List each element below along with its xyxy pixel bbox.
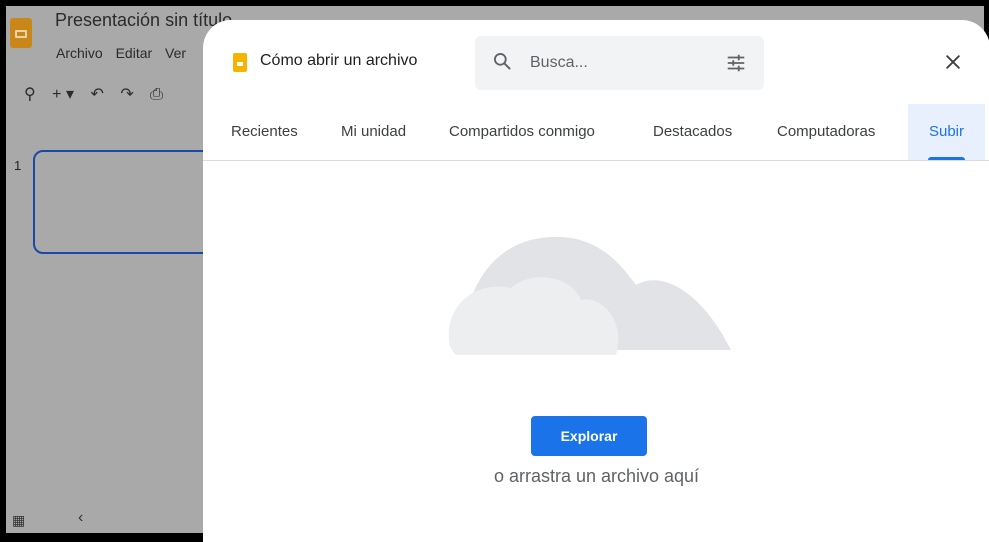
zoom-icon[interactable]: ⚲	[24, 84, 36, 104]
tab-computadoras[interactable]: Computadoras	[777, 104, 875, 160]
menu-bar: Archivo Editar Ver	[56, 45, 195, 61]
chevron-left-icon[interactable]: ‹	[78, 509, 83, 527]
open-file-dialog: Cómo abrir un archivo Recientes Mi unida…	[203, 20, 989, 542]
dialog-tabs: Recientes Mi unidad Compartidos conmigo …	[203, 104, 989, 161]
upload-cloud-illustration	[448, 236, 731, 355]
tab-mi-unidad[interactable]: Mi unidad	[341, 104, 406, 160]
tab-destacados[interactable]: Destacados	[653, 104, 732, 160]
tab-compartidos-conmigo[interactable]: Compartidos conmigo	[449, 104, 595, 160]
close-icon[interactable]	[943, 52, 963, 72]
menu-archivo[interactable]: Archivo	[56, 45, 103, 61]
tab-subir[interactable]: Subir	[908, 104, 985, 160]
slide-number: 1	[14, 158, 22, 173]
grid-view-icon[interactable]: ▦	[12, 512, 25, 529]
filter-options-icon[interactable]	[725, 52, 747, 74]
search-input[interactable]	[530, 51, 710, 75]
slides-file-icon	[233, 53, 247, 72]
search-box[interactable]	[475, 36, 764, 90]
menu-ver[interactable]: Ver	[165, 45, 186, 61]
print-icon[interactable]: ⎙	[150, 86, 163, 104]
dialog-header: Cómo abrir un archivo	[203, 20, 989, 110]
slides-logo-icon[interactable]	[10, 18, 32, 48]
undo-icon[interactable]: ↶	[90, 84, 103, 104]
redo-icon[interactable]: ↷	[120, 84, 133, 104]
toolbar: ⚲ + ▾ ↶ ↷ ⎙	[24, 84, 175, 104]
search-icon[interactable]	[492, 51, 512, 71]
tab-recientes[interactable]: Recientes	[231, 104, 298, 160]
add-icon[interactable]: + ▾	[52, 84, 74, 104]
slide-thumbnail[interactable]	[33, 150, 217, 254]
explore-button[interactable]: Explorar	[531, 416, 647, 456]
menu-editar[interactable]: Editar	[116, 45, 153, 61]
drag-file-hint: o arrastra un archivo aquí	[493, 466, 700, 486]
dialog-title: Cómo abrir un archivo	[260, 52, 418, 69]
